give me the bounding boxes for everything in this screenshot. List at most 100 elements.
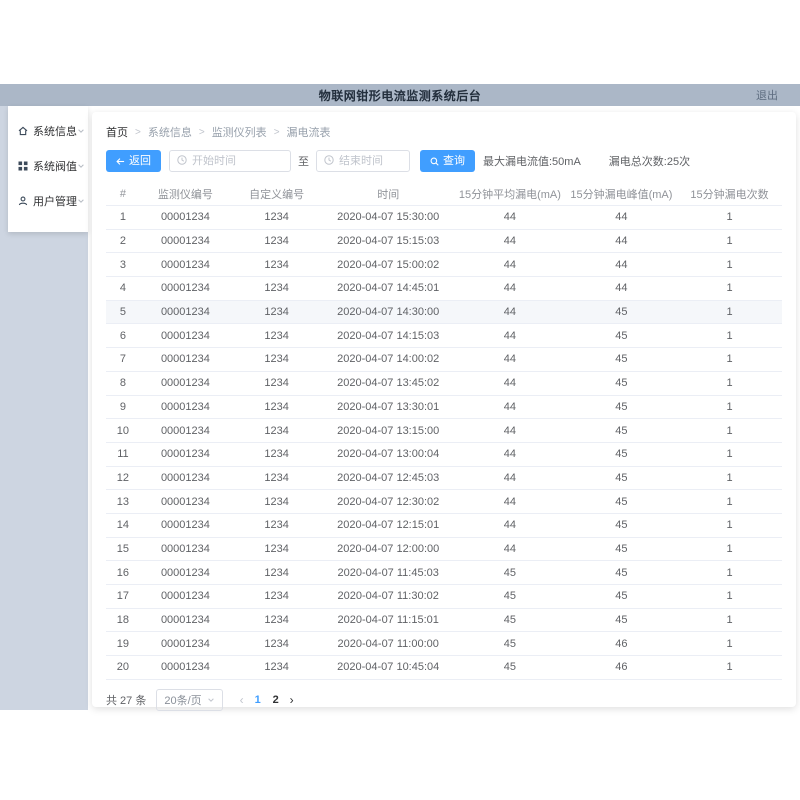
logout-button[interactable]: 退出 <box>756 84 778 106</box>
breadcrumb-home[interactable]: 首页 <box>106 124 128 140</box>
sidebar-item-system-info[interactable]: 系统信息 <box>8 113 88 148</box>
end-time-field[interactable] <box>339 155 402 167</box>
table-cell: 15 <box>106 543 140 555</box>
table-cell: 46 <box>566 638 678 650</box>
table-cell: 1 <box>677 330 782 342</box>
table-row[interactable]: 90000123412342020-04-07 13:30:0144451 <box>106 396 782 420</box>
back-button[interactable]: 返回 <box>106 150 161 172</box>
table-cell: 1234 <box>231 282 322 294</box>
table-cell: 44 <box>566 211 678 223</box>
sidebar-item-system-threshold[interactable]: 系统阀值 <box>8 148 88 183</box>
table-row[interactable]: 40000123412342020-04-07 14:45:0144441 <box>106 277 782 301</box>
table-cell: 1 <box>677 567 782 579</box>
table-row[interactable]: 110000123412342020-04-07 13:00:0444451 <box>106 443 782 467</box>
table-cell: 2020-04-07 12:00:00 <box>322 543 454 555</box>
table-cell: 1234 <box>231 543 322 555</box>
chevron-down-icon <box>207 696 215 704</box>
sidebar-item-label: 系统信息 <box>33 123 77 139</box>
sidebar: 系统信息 系统阀值 用户管理 <box>0 106 88 710</box>
table-cell: 2020-04-07 10:45:04 <box>322 661 454 673</box>
breadcrumb-separator: > <box>135 127 141 138</box>
table-cell: 45 <box>566 614 678 626</box>
table-cell: 44 <box>566 235 678 247</box>
prev-page-button[interactable]: ‹ <box>235 693 249 707</box>
table-row[interactable]: 80000123412342020-04-07 13:45:0244451 <box>106 372 782 396</box>
table-row[interactable]: 150000123412342020-04-07 12:00:0044451 <box>106 538 782 562</box>
table-cell: 10 <box>106 425 140 437</box>
start-time-input[interactable] <box>169 150 291 172</box>
table-cell: 45 <box>566 377 678 389</box>
table-row[interactable]: 130000123412342020-04-07 12:30:0244451 <box>106 490 782 514</box>
table-cell: 44 <box>454 401 566 413</box>
table-cell: 1 <box>677 638 782 650</box>
table-row[interactable]: 70000123412342020-04-07 14:00:0244451 <box>106 348 782 372</box>
table-row[interactable]: 10000123412342020-04-07 15:30:0044441 <box>106 206 782 230</box>
table-cell: 00001234 <box>140 211 231 223</box>
sidebar-item-user-management[interactable]: 用户管理 <box>8 183 88 218</box>
table-cell: 13 <box>106 496 140 508</box>
table-cell: 1234 <box>231 235 322 247</box>
table-cell: 45 <box>566 590 678 602</box>
table-cell: 45 <box>566 353 678 365</box>
table-cell: 44 <box>566 259 678 271</box>
table-cell: 00001234 <box>140 259 231 271</box>
table-row[interactable]: 120000123412342020-04-07 12:45:0344451 <box>106 467 782 491</box>
table-cell: 1 <box>677 519 782 531</box>
chevron-down-icon <box>77 127 85 135</box>
table-cell: 2020-04-07 15:00:02 <box>322 259 454 271</box>
table-row[interactable]: 200000123412342020-04-07 10:45:0445461 <box>106 656 782 680</box>
table-cell: 44 <box>566 282 678 294</box>
table-cell: 44 <box>454 377 566 389</box>
table-cell: 1 <box>677 401 782 413</box>
table-cell: 44 <box>454 519 566 531</box>
table-cell: 45 <box>454 567 566 579</box>
table-row[interactable]: 180000123412342020-04-07 11:15:0145451 <box>106 609 782 633</box>
table-row[interactable]: 190000123412342020-04-07 11:00:0045461 <box>106 632 782 656</box>
page-number-2[interactable]: 2 <box>267 694 285 706</box>
table-cell: 00001234 <box>140 425 231 437</box>
table-row[interactable]: 30000123412342020-04-07 15:00:0244441 <box>106 253 782 277</box>
table-cell: 5 <box>106 306 140 318</box>
table-cell: 45 <box>566 448 678 460</box>
column-header-index: # <box>106 188 140 200</box>
breadcrumb-monitor-list[interactable]: 监测仪列表 <box>212 124 267 140</box>
end-time-input[interactable] <box>316 150 410 172</box>
table-cell: 45 <box>454 614 566 626</box>
content-card: 首页 > 系统信息 > 监测仪列表 > 漏电流表 返回 至 <box>92 112 796 707</box>
breadcrumb-system-info[interactable]: 系统信息 <box>148 124 192 140</box>
table-row[interactable]: 20000123412342020-04-07 15:15:0344441 <box>106 230 782 254</box>
table-cell: 14 <box>106 519 140 531</box>
table-cell: 00001234 <box>140 496 231 508</box>
table-cell: 20 <box>106 661 140 673</box>
table-cell: 2020-04-07 12:30:02 <box>322 496 454 508</box>
table-cell: 45 <box>566 567 678 579</box>
next-page-button[interactable]: › <box>285 693 299 707</box>
table-cell: 2020-04-07 14:30:00 <box>322 306 454 318</box>
search-button[interactable]: 查询 <box>420 150 475 172</box>
page-number-1[interactable]: 1 <box>249 694 267 706</box>
column-header-peak-leakage: 15分钟漏电峰值(mA) <box>566 186 678 202</box>
breadcrumb-separator: > <box>199 127 205 138</box>
table-row[interactable]: 170000123412342020-04-07 11:30:0245451 <box>106 585 782 609</box>
table-row[interactable]: 160000123412342020-04-07 11:45:0345451 <box>106 561 782 585</box>
table-row[interactable]: 140000123412342020-04-07 12:15:0144451 <box>106 514 782 538</box>
table-cell: 44 <box>454 353 566 365</box>
table-row[interactable]: 60000123412342020-04-07 14:15:0344451 <box>106 324 782 348</box>
table-cell: 1 <box>677 543 782 555</box>
table-row[interactable]: 50000123412342020-04-07 14:30:0044451 <box>106 301 782 325</box>
table-row[interactable]: 100000123412342020-04-07 13:15:0044451 <box>106 419 782 443</box>
table-cell: 3 <box>106 259 140 271</box>
table-cell: 1234 <box>231 496 322 508</box>
start-time-field[interactable] <box>192 155 283 167</box>
page-size-select[interactable]: 20条/页 <box>156 689 222 711</box>
table-cell: 44 <box>454 211 566 223</box>
user-icon <box>18 196 28 206</box>
search-icon <box>430 157 439 166</box>
table-cell: 00001234 <box>140 661 231 673</box>
table-cell: 44 <box>454 282 566 294</box>
table-cell: 00001234 <box>140 472 231 484</box>
breadcrumb-current-page: 漏电流表 <box>287 124 331 140</box>
table-cell: 1234 <box>231 448 322 460</box>
table-cell: 2020-04-07 13:00:04 <box>322 448 454 460</box>
sidebar-item-label: 系统阀值 <box>33 158 77 174</box>
